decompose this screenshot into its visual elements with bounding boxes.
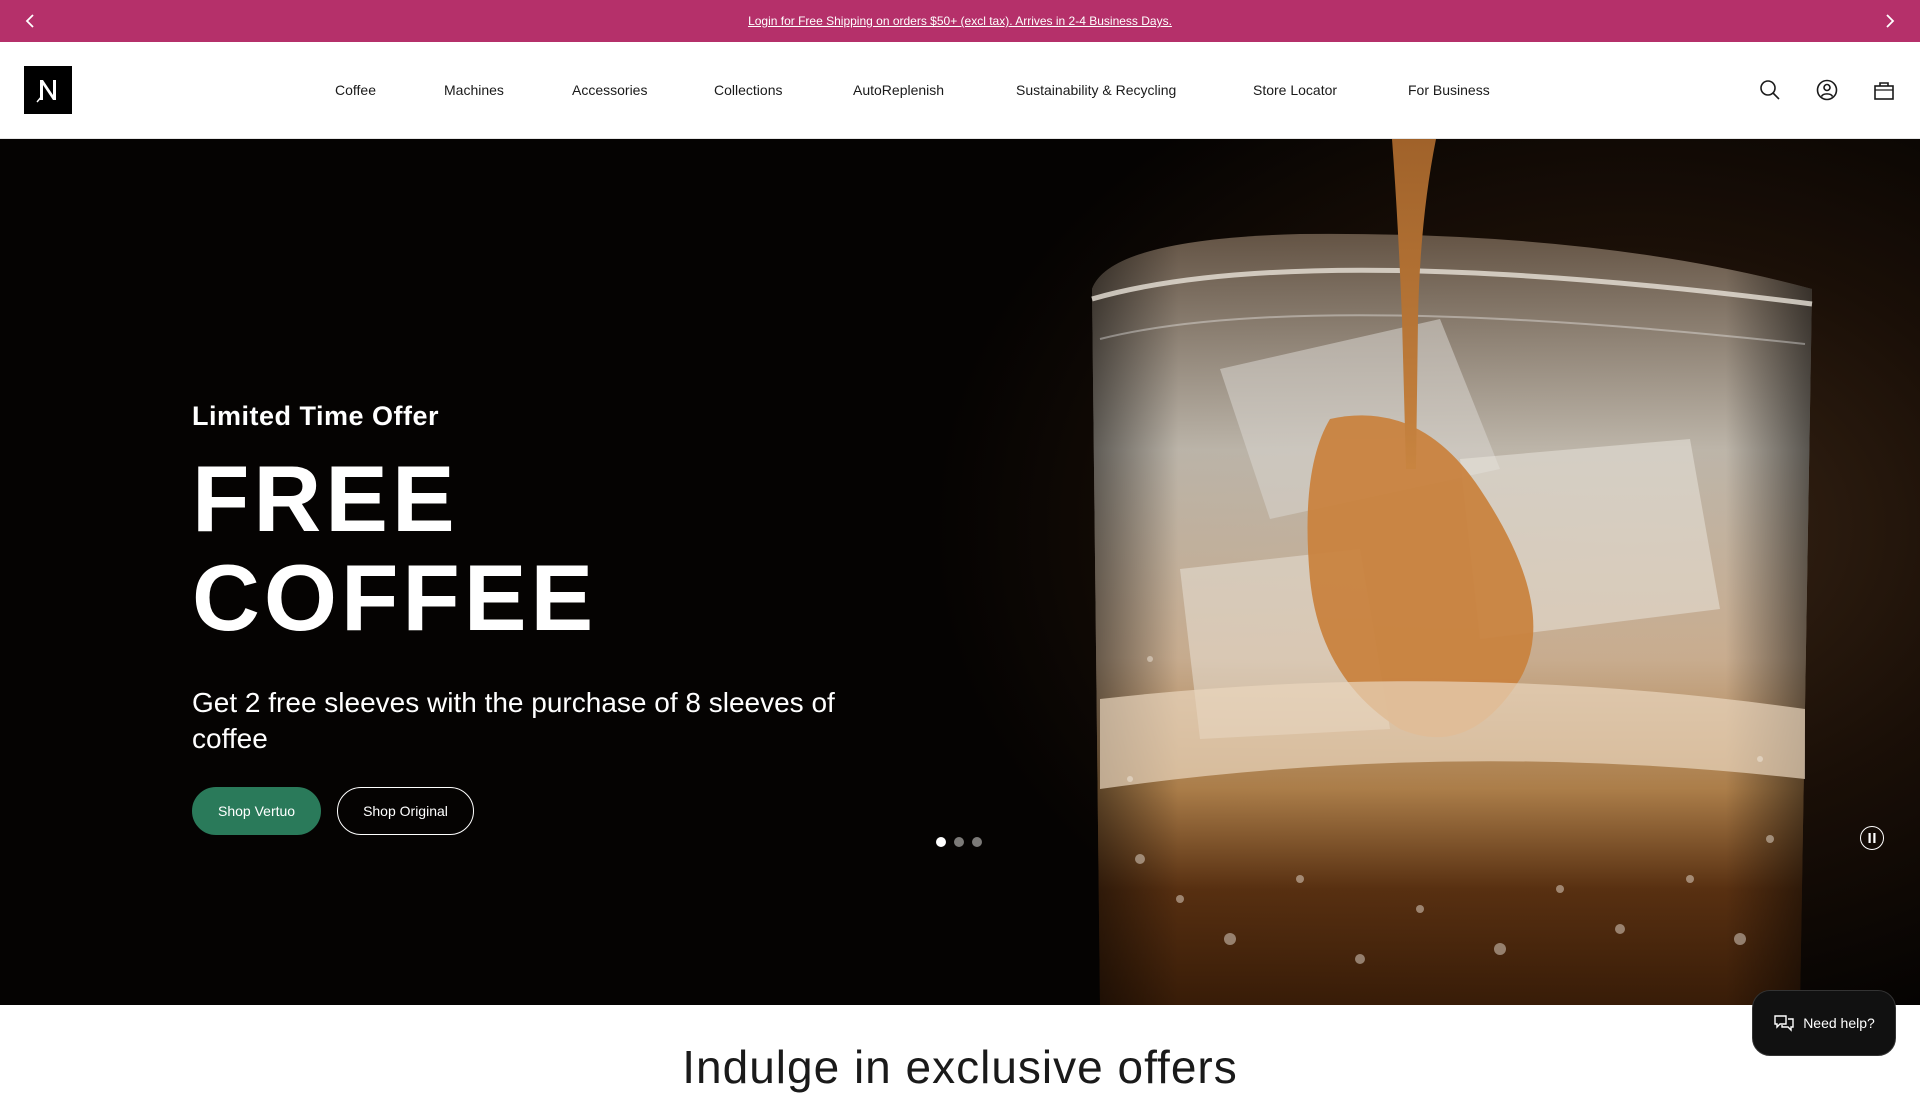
promo-next-button[interactable] bbox=[1869, 0, 1911, 42]
carousel-dots bbox=[936, 837, 982, 847]
search-icon bbox=[1760, 80, 1780, 100]
bag-icon bbox=[1874, 82, 1894, 100]
promo-bar: Login for Free Shipping on orders $50+ (… bbox=[0, 0, 1920, 42]
hero-cta-row: Shop Vertuo Shop Original bbox=[192, 787, 892, 836]
hero-copy: Limited Time Offer FREE COFFEE Get 2 fre… bbox=[192, 401, 892, 836]
account-icon bbox=[1816, 79, 1838, 101]
need-help-label: Need help? bbox=[1803, 1015, 1875, 1031]
carousel-dot-1[interactable] bbox=[936, 837, 946, 847]
need-help-chat-button[interactable]: Need help? bbox=[1752, 990, 1896, 1056]
shop-vertuo-button[interactable]: Shop Vertuo bbox=[192, 787, 322, 836]
chevron-right-icon bbox=[1886, 14, 1895, 28]
promo-link[interactable]: Login for Free Shipping on orders $50+ (… bbox=[748, 14, 1172, 28]
chevron-left-icon bbox=[25, 14, 34, 28]
hero-banner: Limited Time Offer FREE COFFEE Get 2 fre… bbox=[0, 139, 1920, 1005]
header-actions bbox=[1758, 42, 1896, 138]
main-nav: Coffee Machines Accessories Collections … bbox=[0, 42, 1920, 138]
chat-bubbles-icon bbox=[1774, 1015, 1794, 1032]
bag-button[interactable] bbox=[1872, 78, 1896, 102]
hero-eyebrow: Limited Time Offer bbox=[192, 401, 440, 431]
nav-item-accessories[interactable]: Accessories bbox=[572, 42, 647, 138]
section-title: Indulge in exclusive offers bbox=[682, 1041, 1238, 1093]
carousel-dot-3[interactable] bbox=[972, 837, 982, 847]
carousel-pause-button[interactable] bbox=[1860, 826, 1884, 850]
site-header: Coffee Machines Accessories Collections … bbox=[0, 42, 1920, 139]
search-button[interactable] bbox=[1758, 78, 1782, 102]
pause-icon bbox=[1868, 833, 1876, 843]
nav-item-autoreplenish[interactable]: AutoReplenish bbox=[853, 42, 944, 138]
promo-prev-button[interactable] bbox=[9, 0, 51, 42]
nav-item-machines[interactable]: Machines bbox=[444, 42, 504, 138]
nav-item-coffee[interactable]: Coffee bbox=[335, 42, 376, 138]
account-button[interactable] bbox=[1815, 78, 1839, 102]
carousel-dot-2[interactable] bbox=[954, 837, 964, 847]
nav-item-sustainability[interactable]: Sustainability & Recycling bbox=[1016, 42, 1176, 138]
hero-headline: FREE COFFEE bbox=[192, 446, 598, 650]
shop-original-button[interactable]: Shop Original bbox=[337, 787, 474, 836]
hero-subline: Get 2 free sleeves with the purchase of … bbox=[192, 687, 835, 755]
nav-item-store-locator[interactable]: Store Locator bbox=[1253, 42, 1337, 138]
nav-item-collections[interactable]: Collections bbox=[714, 42, 782, 138]
nav-item-for-business[interactable]: For Business bbox=[1408, 42, 1490, 138]
